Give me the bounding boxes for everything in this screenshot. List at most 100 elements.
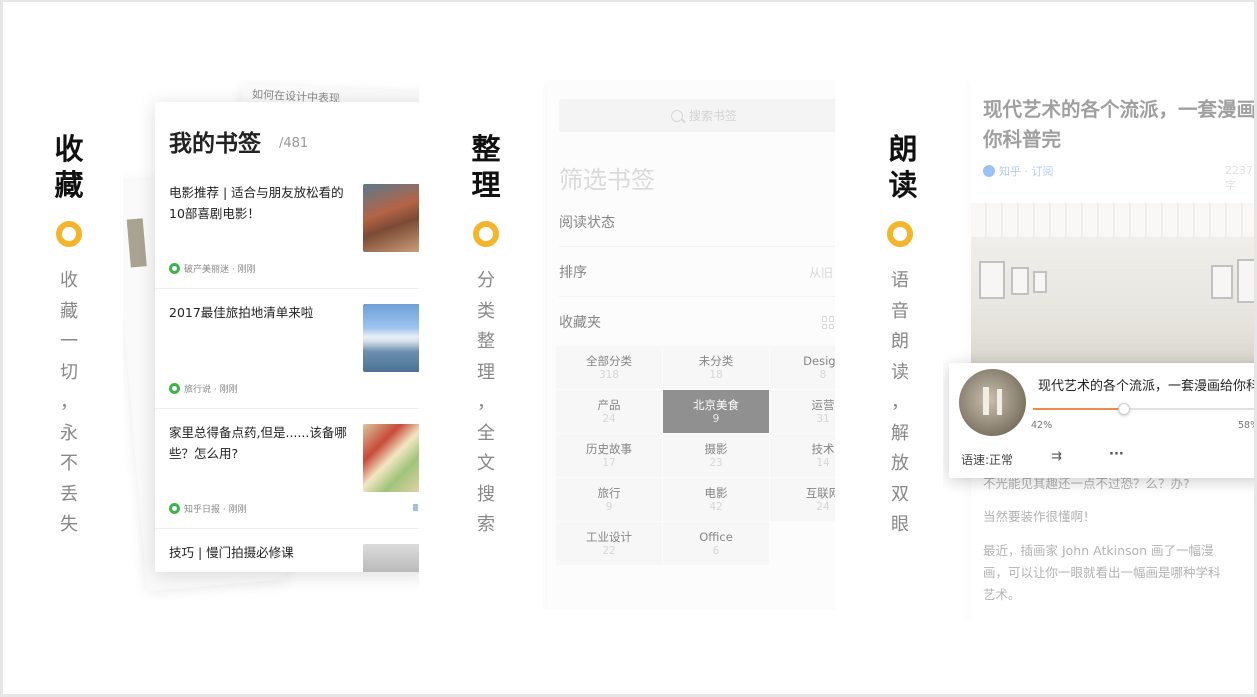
feature-title-char: 读 xyxy=(888,168,918,202)
filter-row-label: 收藏夹 xyxy=(559,315,601,331)
category-count: 9 xyxy=(605,501,613,513)
category-cell[interactable]: 电影 42 xyxy=(663,478,769,521)
tag-marker xyxy=(413,504,418,511)
wechat-icon xyxy=(169,503,180,514)
article-source[interactable]: 知乎 · 订阅 xyxy=(983,163,1054,179)
gallery-painting xyxy=(1211,265,1233,299)
category-name: 运营 xyxy=(811,398,835,412)
category-cell[interactable]: 历史故事 17 xyxy=(556,434,662,477)
bookmark-item[interactable]: 2017最佳旅拍地清单来啦 旅行说 · 刚刚 xyxy=(155,300,419,410)
bookmark-item[interactable]: 电影推荐 | 适合与朋友放松看的10部喜剧电影！ 破产美丽迷 · 刚刚 xyxy=(155,180,419,290)
gallery-painting xyxy=(1011,267,1029,295)
gallery-image xyxy=(971,203,1254,363)
feature-title-char: 收 xyxy=(54,132,84,166)
filter-row-folders[interactable]: 收藏夹 xyxy=(559,298,835,347)
desc-char: 搜 xyxy=(477,483,495,505)
desc-char: 读 xyxy=(891,361,909,383)
grid-view-icon[interactable] xyxy=(822,316,835,329)
category-count: 24 xyxy=(602,413,616,425)
category-name: 历史故事 xyxy=(586,442,632,456)
category-cell[interactable]: 全部分类 318 xyxy=(556,346,662,389)
playlist-icon[interactable]: ⇉ xyxy=(1051,449,1062,464)
filter-title: 筛选书签 xyxy=(559,166,655,194)
gallery-painting xyxy=(1237,259,1254,303)
medicine-thumbnail xyxy=(363,424,419,492)
category-name: 产品 xyxy=(597,398,621,412)
feature-desc-collect: 收 藏 一 切 ， 永 不 丢 失 xyxy=(49,266,89,541)
progress-knob[interactable] xyxy=(1118,403,1131,415)
category-cell[interactable]: Design8 xyxy=(770,346,835,389)
category-cell[interactable]: 未分类 18 xyxy=(663,346,769,389)
article-source-text: 知乎 · 订阅 xyxy=(999,165,1054,178)
desc-char: 音 xyxy=(891,300,909,322)
filter-row-label: 阅读状态 xyxy=(559,215,615,231)
category-name: 北京美食 xyxy=(693,398,739,412)
desc-char: 失 xyxy=(60,514,78,535)
category-cell[interactable]: 技术 14 xyxy=(770,434,835,477)
progress-remaining: 58% xyxy=(1238,420,1254,431)
category-cell[interactable]: 摄影 23 xyxy=(663,434,769,477)
desc-char: 切 xyxy=(60,361,78,383)
progress-elapsed: 42% xyxy=(1031,420,1053,431)
lake-thumbnail xyxy=(363,304,419,372)
category-cell[interactable]: 互联网 24 xyxy=(770,478,835,521)
category-cell[interactable]: 运营 31 xyxy=(770,390,835,433)
bookmark-title: 技巧 | 慢门拍摄必修课 xyxy=(169,545,294,560)
desc-char: 不 xyxy=(60,453,78,474)
reader-panel: 现代艺术的各个流派，一套漫画给你科普完 知乎 · 订阅 2237字 不光能见其趣… xyxy=(943,80,1254,620)
category-count: 318 xyxy=(598,369,620,381)
filter-row-read-status[interactable]: 阅读状态 xyxy=(559,198,835,247)
gallery-painting xyxy=(1033,271,1047,293)
bookmark-source-text: 知乎日报 · 刚刚 xyxy=(184,505,247,515)
feature-title-read-aloud: 朗 读 xyxy=(883,131,923,203)
category-cell[interactable]: 旅行 9 xyxy=(556,478,662,521)
desc-char: 一 xyxy=(60,331,78,352)
category-name: 互联网 xyxy=(805,486,835,500)
zhihu-icon xyxy=(983,165,995,177)
category-name: Office xyxy=(699,530,733,544)
more-icon[interactable]: ··· xyxy=(1109,447,1124,462)
photo-thumbnail xyxy=(363,544,419,572)
category-count: 31 xyxy=(816,413,830,425)
progress-track[interactable] xyxy=(1033,408,1254,410)
desc-char: 眼 xyxy=(891,514,909,535)
category-name: 未分类 xyxy=(698,354,734,368)
desc-char: 语 xyxy=(891,270,909,291)
search-placeholder: 搜索书签 xyxy=(688,109,737,123)
article-paragraph: 最近，插画家 John Atkinson 画了一幅漫 xyxy=(983,543,1214,558)
search-input[interactable]: 搜索书签 xyxy=(559,99,835,132)
category-count: 42 xyxy=(709,501,723,513)
desc-char: 理 xyxy=(477,361,495,383)
wechat-icon xyxy=(169,383,180,394)
bookmarks-title: 我的书签 xyxy=(169,131,261,157)
feature-title-char: 藏 xyxy=(54,168,84,202)
bookmark-list-card: 我的书签 /481 电影推荐 | 适合与朋友放松看的10部喜剧电影！ 破产美丽迷… xyxy=(155,102,419,572)
feature-dot-icon xyxy=(887,221,913,247)
desc-char: 解 xyxy=(891,422,909,444)
bookmark-item[interactable]: 技巧 | 慢门拍摄必修课 xyxy=(155,540,419,572)
category-name: 旅行 xyxy=(597,486,621,500)
desc-char: 双 xyxy=(891,483,909,505)
category-cell[interactable]: 产品 24 xyxy=(556,390,662,433)
page-frame: 收 藏 收 藏 一 切 ， 永 不 丢 失 如何在设计中表现 我的书签 /481… xyxy=(3,2,1254,694)
bookmark-source-text: 旅行说 · 刚刚 xyxy=(184,385,238,395)
player-cover-art xyxy=(959,369,1026,436)
player-title: 现代艺术的各个流派，一套漫画给你科普完 xyxy=(1038,379,1254,394)
category-count: 22 xyxy=(602,545,616,557)
category-cell[interactable]: Office 6 xyxy=(663,522,769,565)
category-count: 23 xyxy=(709,457,723,469)
feature-title-organize: 整 理 xyxy=(466,131,506,203)
category-cell[interactable]: 工业设计 22 xyxy=(556,522,662,565)
gallery-painting xyxy=(979,261,1005,299)
speed-button[interactable]: 语速:正常 xyxy=(961,451,1013,468)
filter-panel: 搜索书签 筛选书签 阅读状态 排序 从旧 收藏夹 全部分类 318 未分类 18 Des… xyxy=(543,80,835,610)
category-cell[interactable]: 北京美食 9 xyxy=(663,390,769,433)
bookmarks-panel: 如何在设计中表现 我的书签 /481 电影推荐 | 适合与朋友放松看的10部喜剧… xyxy=(123,80,419,600)
filter-row-sort[interactable]: 排序 从旧 xyxy=(559,248,835,297)
desc-char: 类 xyxy=(477,300,495,322)
article-paragraph: 艺术。 xyxy=(983,587,1021,602)
movie-thumbnail xyxy=(363,184,419,252)
bookmark-item[interactable]: 家里总得备点药,但是......该备哪些？怎么用? 知乎日报 · 刚刚 xyxy=(155,420,419,530)
category-name: 技术 xyxy=(811,442,835,456)
feature-desc-organize: 分 类 整 理 ， 全 文 搜 索 xyxy=(466,266,506,541)
